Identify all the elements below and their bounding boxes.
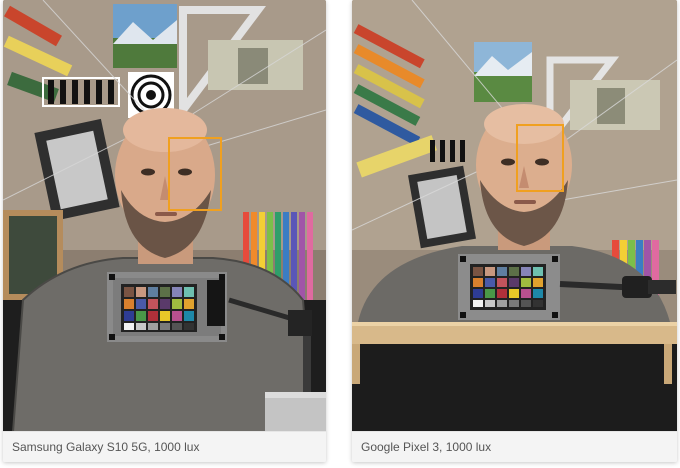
test-scene-photo-samsung [3,0,326,432]
photo-caption: Samsung Galaxy S10 5G, 1000 lux [3,431,326,462]
photo-card-pixel: Google Pixel 3, 1000 lux [352,0,677,462]
test-scene-photo-pixel [352,0,677,432]
photo-card-samsung: Samsung Galaxy S10 5G, 1000 lux [3,0,326,462]
photo-caption: Google Pixel 3, 1000 lux [352,431,677,462]
